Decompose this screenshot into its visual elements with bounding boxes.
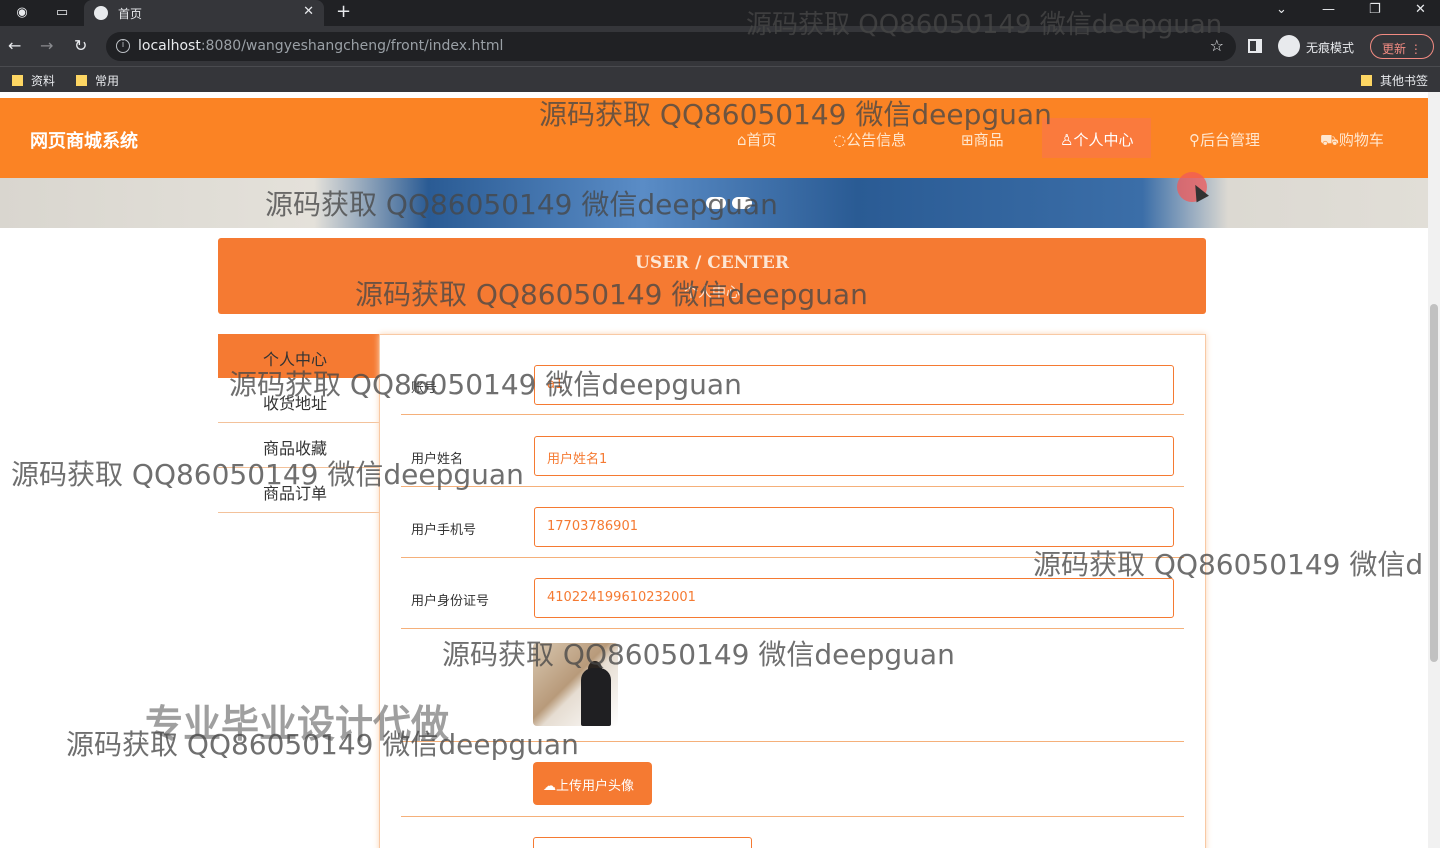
id-card-input[interactable]: 410224199610232001 (534, 578, 1174, 618)
folder-icon (76, 75, 87, 86)
carousel-dot[interactable] (706, 197, 726, 209)
scroll-thumb[interactable] (1430, 304, 1438, 662)
page-scrollbar[interactable] (1428, 92, 1440, 848)
carousel-dot[interactable] (732, 197, 752, 209)
form-row-phone: 用户手机号 17703786901 (401, 487, 1184, 558)
bookmarks-bar: 资料 常用 其他书签 (0, 66, 1440, 92)
window-close-icon[interactable]: ✕ (1415, 2, 1426, 17)
tab-search-icon[interactable]: ▭ (52, 3, 72, 23)
name-label: 用户姓名 (411, 452, 464, 467)
new-tab-icon[interactable]: + (336, 1, 351, 22)
user-avatar (533, 643, 618, 726)
sidebar-item-orders[interactable]: 商品订单 (218, 468, 380, 513)
user-center-subtitle: 个人中心 (684, 285, 740, 301)
site-brand[interactable]: 网页商城系统 (30, 127, 138, 153)
user-center-banner: USER / CENTER 个人中心 (218, 238, 1206, 314)
watermark-ad: 专业毕业设计代做 (145, 702, 450, 746)
bookmark-folder-ziliao[interactable]: 资料 (12, 72, 55, 89)
user-center-title: USER / CENTER (635, 253, 789, 273)
update-button[interactable]: 更新 ⋮ (1370, 34, 1434, 59)
folder-icon (1361, 75, 1372, 86)
phone-label: 用户手机号 (411, 523, 477, 538)
minimize-icon[interactable]: — (1322, 2, 1335, 17)
name-input[interactable]: 用户姓名1 (534, 436, 1174, 476)
back-icon[interactable]: ← (8, 36, 21, 55)
reload-icon[interactable]: ↻ (74, 36, 87, 55)
browser-tab[interactable]: 首页 ✕ (84, 0, 324, 26)
next-field-input[interactable] (533, 837, 752, 848)
bookmark-star-icon[interactable]: ☆ (1210, 36, 1224, 55)
other-bookmarks[interactable]: 其他书签 (1361, 72, 1428, 89)
account-label: 账号 (411, 381, 438, 396)
nav-notice[interactable]: ◌公告信息 (833, 129, 906, 165)
sidebar-item-favorites[interactable]: 商品收藏 (218, 423, 380, 468)
restore-icon[interactable]: ❐ (1369, 2, 1381, 17)
id-card-label: 用户身份证号 (411, 594, 490, 609)
forward-icon[interactable]: → (40, 36, 53, 55)
sidebar-item-address[interactable]: 收货地址 (218, 378, 380, 423)
form-row-id-card: 用户身份证号 410224199610232001 (401, 558, 1184, 629)
nav-products[interactable]: ⊞商品 (961, 129, 1004, 165)
folder-icon (12, 75, 23, 86)
account-input[interactable]: a1 (534, 365, 1174, 405)
browser-profile-icon[interactable]: ◉ (12, 3, 32, 23)
tab-title: 首页 (118, 7, 143, 21)
address-bar[interactable]: i localhost:8080/wangyeshangcheng/front/… (106, 32, 1236, 61)
url-host: localhost (138, 38, 201, 54)
form-row-upload (401, 742, 1184, 817)
nav-cart[interactable]: ⛟购物车 (1320, 129, 1384, 165)
tab-close-icon[interactable]: ✕ (303, 4, 314, 19)
sidebar-item-user-center[interactable]: 个人中心 (218, 334, 380, 378)
form-row-avatar (401, 629, 1184, 742)
incognito-icon (1278, 35, 1300, 57)
tab-list-icon[interactable]: ⌄ (1276, 2, 1287, 17)
browser-tab-bar: ◉ ▭ 首页 ✕ + ⌄ — ❐ ✕ (0, 0, 1440, 26)
side-panel-icon[interactable] (1248, 39, 1262, 53)
bookmark-folder-changyong[interactable]: 常用 (76, 72, 119, 89)
user-form-panel: 账号 a1 用户姓名 用户姓名1 用户手机号 17703786901 用户身份证… (379, 334, 1206, 848)
site-info-icon[interactable]: i (116, 39, 130, 53)
incognito-label: 无痕模式 (1306, 41, 1355, 55)
user-sidebar: 个人中心 收货地址 商品收藏 商品订单 (218, 334, 380, 513)
url-path: :8080/wangyeshangcheng/front/index.html (200, 38, 504, 54)
form-row-name: 用户姓名 用户姓名1 (401, 415, 1184, 487)
site-header: 网页商城系统 ⌂首页 ◌公告信息 ⊞商品 ♙个人中心 ⚲后台管理 ⛟购物车 (0, 98, 1428, 178)
form-row-account: 账号 a1 (401, 335, 1184, 415)
phone-input[interactable]: 17703786901 (534, 507, 1174, 547)
browser-toolbar: ← → ↻ i localhost:8080/wangyeshangcheng/… (0, 26, 1440, 66)
nav-user-center[interactable]: ♙个人中心 (1042, 118, 1152, 158)
upload-avatar-button[interactable]: ☁上传用户头像 (533, 762, 652, 805)
nav-home[interactable]: ⌂首页 (737, 129, 777, 165)
globe-icon (94, 6, 108, 20)
nav-admin[interactable]: ⚲后台管理 (1189, 129, 1260, 165)
